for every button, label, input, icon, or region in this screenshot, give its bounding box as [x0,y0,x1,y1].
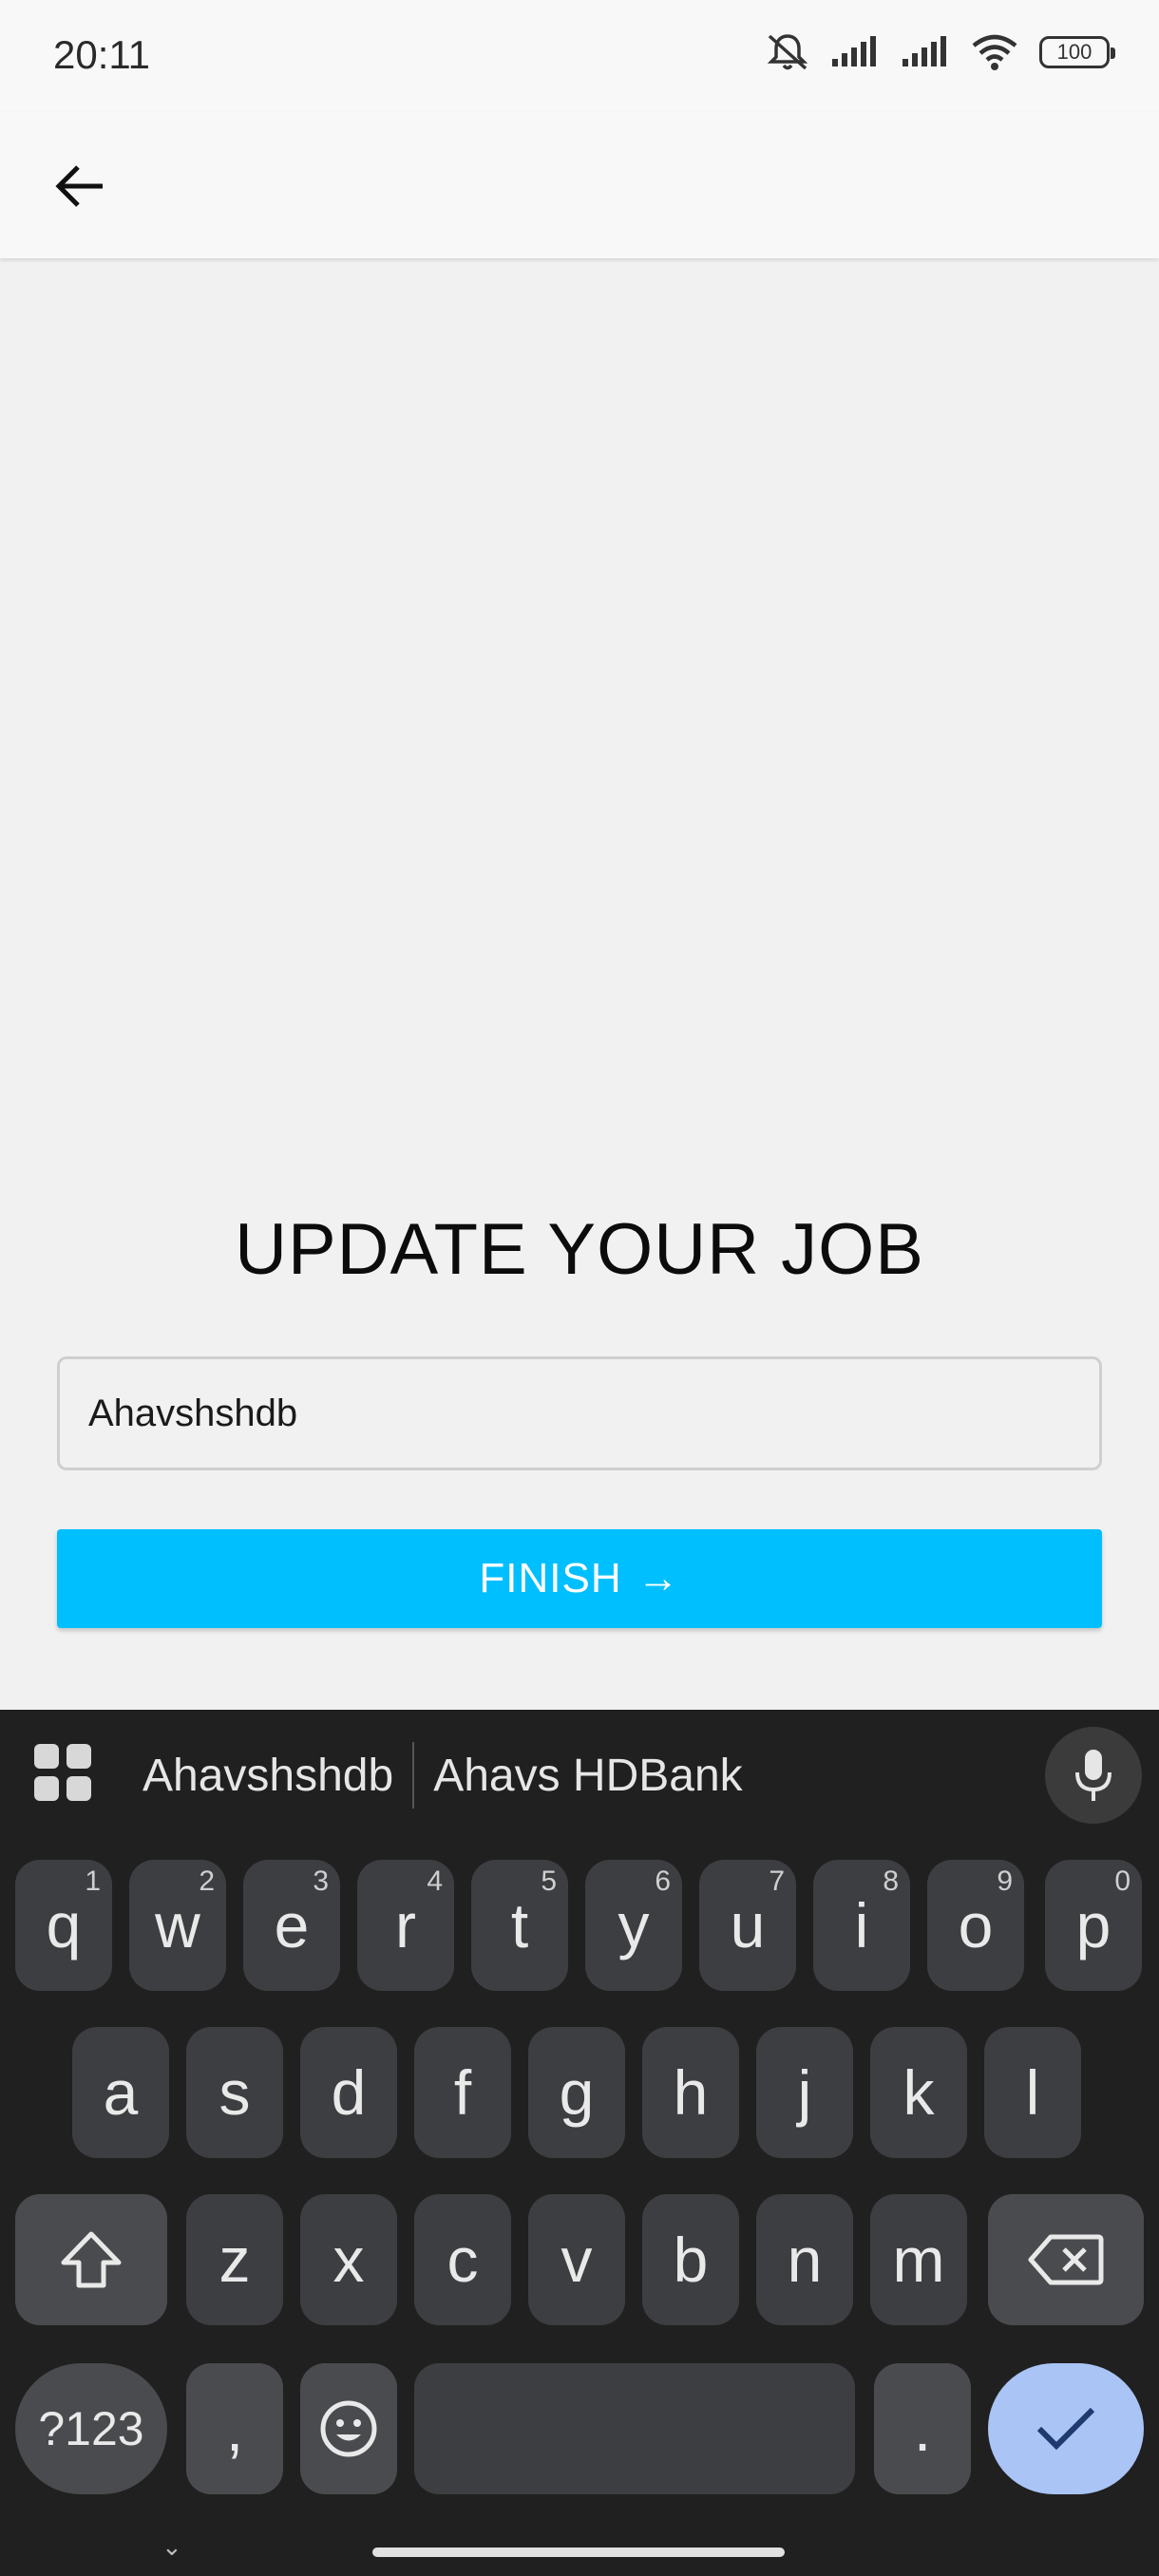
key-n[interactable]: n [756,2194,853,2325]
arrow-right-icon: → [636,1555,680,1601]
key-u[interactable]: u7 [699,1860,796,1991]
key-m[interactable]: m [870,2194,967,2325]
key-s[interactable]: s [186,2027,283,2158]
backspace-icon [1028,2234,1104,2285]
key-v[interactable]: v [528,2194,625,2325]
emoji-key[interactable] [300,2363,397,2494]
emoji-icon [320,2400,377,2457]
key-l[interactable]: l [984,2027,1081,2158]
page-title: UPDATE YOUR JOB [235,1209,924,1290]
suggestion-1[interactable]: Ahavshshdb [142,1750,393,1802]
status-icons: 100 [766,32,1115,72]
key-i[interactable]: i8 [813,1860,910,1991]
key-w[interactable]: w2 [129,1860,226,1991]
period-key[interactable]: . [874,2363,971,2494]
key-y[interactable]: y6 [585,1860,682,1991]
symbols-key[interactable]: ?123 [15,2363,167,2494]
arrow-left-icon [55,165,103,207]
comma-key[interactable]: , [186,2363,283,2494]
shift-key[interactable] [15,2194,167,2325]
signal-icon [902,36,946,66]
key-c[interactable]: c [414,2194,511,2325]
status-bar: 20:11 100 [0,0,1159,112]
key-d[interactable]: d [300,2027,397,2158]
gesture-nav-bar[interactable] [372,2548,785,2557]
mic-button[interactable] [1045,1727,1142,1824]
key-t[interactable]: t5 [471,1860,568,1991]
key-r[interactable]: r4 [357,1860,454,1991]
space-key[interactable] [414,2363,855,2494]
key-q[interactable]: q1 [15,1860,112,1991]
backspace-key[interactable] [988,2194,1144,2325]
suggestion-divider [412,1742,415,1809]
battery-icon: 100 [1039,36,1115,68]
suggestion-2[interactable]: Ahavs HDBank [433,1750,742,1802]
status-time: 20:11 [53,32,150,77]
screen: 20:11 100 UPDATE YOUR JOB Ahavshshdb FIN… [0,0,1159,2576]
finish-button[interactable]: FINISH → [57,1529,1102,1628]
mute-icon [767,34,808,70]
keyboard-hide-chevron-icon[interactable]: ⌄ [162,2532,182,2562]
key-o[interactable]: o9 [927,1860,1024,1991]
suggestion-strip: Ahavshshdb Ahavs HDBank [142,1742,743,1809]
key-e[interactable]: e3 [243,1860,340,1991]
key-b[interactable]: b [642,2194,739,2325]
key-a[interactable]: a [72,2027,169,2158]
job-input[interactable] [57,1356,1102,1470]
key-p[interactable]: p0 [1045,1860,1142,1991]
shift-icon [61,2231,122,2288]
signal-icon [832,36,876,66]
key-g[interactable]: g [528,2027,625,2158]
apps-grid-icon[interactable] [34,1744,91,1801]
app-bar [0,112,1159,258]
wifi-icon [972,34,1017,70]
mic-icon [1075,1750,1112,1801]
back-button[interactable] [44,150,116,222]
battery-level: 100 [1056,40,1092,64]
key-x[interactable]: x [300,2194,397,2325]
key-k[interactable]: k [870,2027,967,2158]
key-f[interactable]: f [414,2027,511,2158]
key-j[interactable]: j [756,2027,853,2158]
finish-label: FINISH [479,1555,622,1601]
key-h[interactable]: h [642,2027,739,2158]
key-z[interactable]: z [186,2194,283,2325]
check-icon [1036,2407,1095,2451]
enter-key[interactable] [988,2363,1144,2494]
keyboard-toolbar: Ahavshshdb Ahavs HDBank [0,1710,1159,1833]
keyboard: Ahavshshdb Ahavs HDBank q1 w2 e3 r4 t5 y… [0,1710,1159,2576]
